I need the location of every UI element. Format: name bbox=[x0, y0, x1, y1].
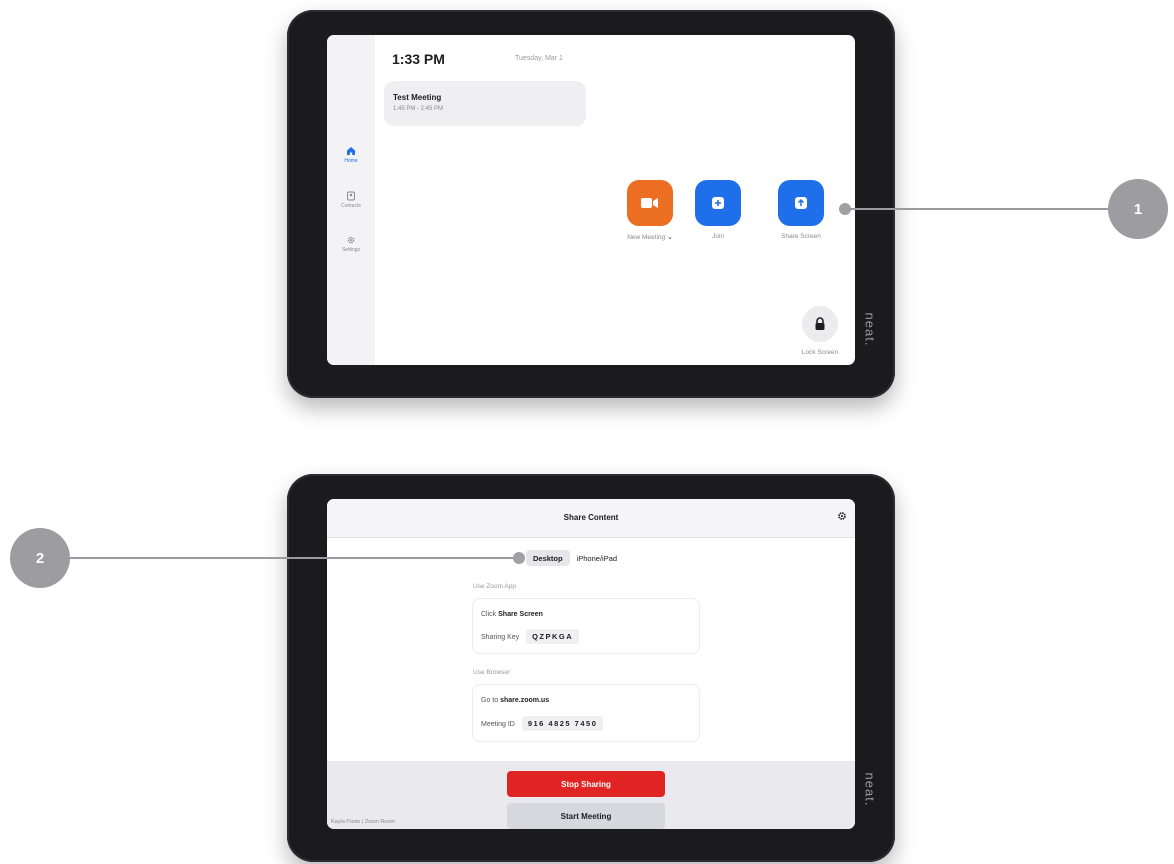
lock-icon bbox=[815, 317, 825, 330]
plus-icon bbox=[712, 197, 724, 209]
share-screen: Share Content Desktop iPhone/iPad Use Zo… bbox=[327, 499, 855, 829]
room-name: Kayla Pasto | Zoom Room bbox=[331, 819, 396, 825]
sidebar-item-home[interactable]: Home bbox=[327, 146, 375, 164]
upload-icon bbox=[795, 197, 807, 209]
share-screen-button[interactable]: Share Screen bbox=[768, 180, 834, 240]
callout-1-line bbox=[850, 208, 1112, 210]
click-line: Click Share Screen bbox=[481, 611, 543, 618]
go-to-value: share.zoom.us bbox=[500, 697, 550, 704]
contacts-icon bbox=[347, 191, 355, 201]
callout-2-dot bbox=[513, 552, 525, 564]
browser-card: Go to share.zoom.us Meeting ID 916 4825 … bbox=[472, 684, 700, 742]
settings-icon bbox=[347, 236, 355, 244]
share-tabs: Desktop iPhone/iPad bbox=[526, 550, 624, 566]
callout-2-badge: 2 bbox=[10, 528, 70, 588]
lock-screen-button[interactable]: Lock Screen bbox=[790, 306, 850, 356]
chevron-down-icon: ⌄ bbox=[666, 234, 673, 241]
tablet-bottom: Share Content Desktop iPhone/iPad Use Zo… bbox=[287, 474, 895, 862]
meeting-id-line: Meeting ID 916 4825 7450 bbox=[481, 716, 604, 731]
new-meeting-tile bbox=[627, 180, 673, 226]
join-button[interactable]: Join bbox=[690, 180, 746, 240]
join-tile bbox=[695, 180, 741, 226]
share-screen-tile bbox=[778, 180, 824, 226]
go-to-line: Go to share.zoom.us bbox=[481, 697, 550, 704]
share-header: Share Content bbox=[327, 499, 855, 538]
new-meeting-label: New Meeting ⌄ bbox=[627, 234, 673, 241]
home-icon bbox=[347, 147, 355, 155]
sidebar-item-contacts[interactable]: Contacts bbox=[327, 191, 375, 209]
meeting-title: Test Meeting bbox=[393, 93, 442, 102]
click-value: Share Screen bbox=[498, 611, 543, 618]
brand-logo: neat. bbox=[862, 312, 878, 347]
meeting-time: 1:45 PM - 2:45 PM bbox=[393, 106, 444, 112]
start-meeting-button[interactable]: Start Meeting bbox=[507, 803, 665, 829]
brand-logo: neat. bbox=[862, 772, 878, 807]
sharing-key-code: QZPKGA bbox=[526, 629, 580, 644]
sidebar-item-label: Home bbox=[344, 158, 358, 164]
sidebar: Home Contacts Settings bbox=[327, 35, 375, 365]
share-screen-label: Share Screen bbox=[781, 233, 821, 240]
tablet-top: Home Contacts Settings 1:33 PM Tuesday, … bbox=[287, 10, 895, 398]
sidebar-item-label: Contacts bbox=[341, 203, 361, 209]
meeting-card[interactable]: Test Meeting 1:45 PM - 2:45 PM bbox=[384, 81, 586, 126]
meeting-id-code: 916 4825 7450 bbox=[521, 716, 604, 731]
home-screen: Home Contacts Settings 1:33 PM Tuesday, … bbox=[327, 35, 855, 365]
callout-2-line bbox=[70, 557, 515, 559]
callout-1-badge: 1 bbox=[1108, 179, 1168, 239]
stop-sharing-button[interactable]: Stop Sharing bbox=[507, 771, 665, 797]
zoom-app-card: Click Share Screen Sharing Key QZPKGA bbox=[472, 598, 700, 654]
share-title: Share Content bbox=[563, 513, 619, 522]
video-camera-icon bbox=[641, 198, 658, 208]
use-browser-label: Use Browser bbox=[473, 669, 511, 676]
lock-screen-label: Lock Screen bbox=[801, 349, 839, 356]
sidebar-item-settings[interactable]: Settings bbox=[327, 235, 375, 253]
tab-iphone-ipad[interactable]: iPhone/iPad bbox=[570, 550, 624, 566]
tab-desktop[interactable]: Desktop bbox=[526, 550, 570, 566]
sharing-key-line: Sharing Key QZPKGA bbox=[481, 629, 580, 644]
lock-tile bbox=[802, 306, 838, 342]
sidebar-item-label: Settings bbox=[341, 247, 361, 253]
gear-icon[interactable] bbox=[837, 511, 847, 521]
clock-time: 1:33 PM bbox=[392, 51, 445, 67]
join-label: Join bbox=[712, 233, 724, 240]
date-label: Tuesday, Mar 1 bbox=[515, 55, 563, 62]
new-meeting-button[interactable]: New Meeting ⌄ bbox=[614, 180, 686, 241]
use-zoom-app-label: Use Zoom App bbox=[473, 583, 516, 590]
